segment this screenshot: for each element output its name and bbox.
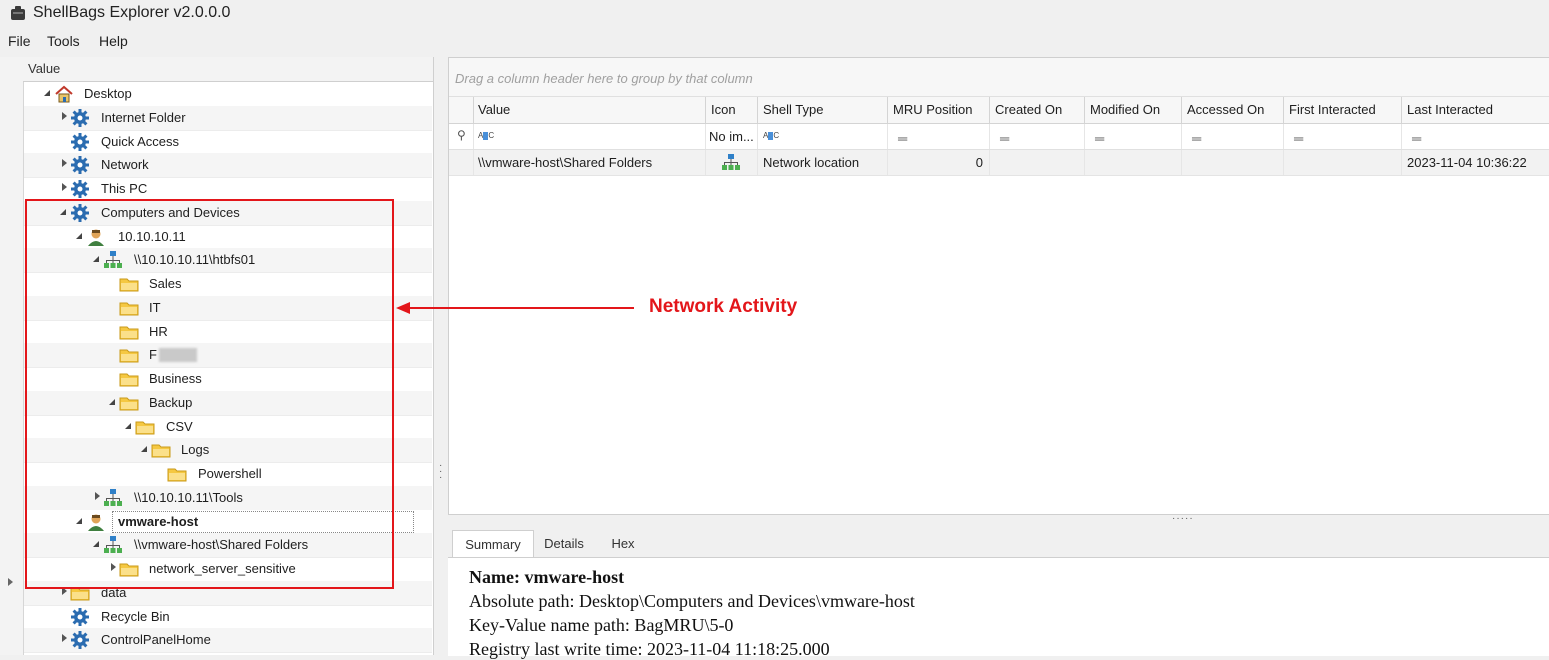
tree-node-label: ControlPanelHome: [101, 632, 211, 648]
text-filter-icon: AC: [763, 131, 780, 140]
group-hint: Drag a column header here to group by th…: [455, 71, 753, 86]
cell-modified-on[interactable]: [1085, 150, 1182, 175]
app-icon: [11, 6, 25, 20]
col-shell-type[interactable]: Shell Type: [758, 97, 888, 123]
cell-first-interacted[interactable]: [1284, 150, 1402, 175]
filter-created-on[interactable]: ═: [990, 124, 1085, 149]
col-first-interacted[interactable]: First Interacted: [1284, 97, 1402, 123]
equals-icon: ═: [1412, 131, 1422, 146]
group-panel[interactable]: Drag a column header here to group by th…: [449, 58, 1549, 97]
filter-first-interacted[interactable]: ═: [1284, 124, 1402, 149]
equals-icon: ═: [898, 131, 908, 146]
window-title: ShellBags Explorer v2.0.0.0: [33, 4, 231, 21]
tree-header-label: Value: [28, 61, 61, 76]
network-icon: [722, 154, 740, 170]
table-row[interactable]: \\vmware-host\Shared Folders Network loc…: [449, 150, 1549, 176]
tree-node[interactable]: Recycle Bin: [24, 605, 432, 630]
tree-node-label: Network: [101, 157, 149, 173]
header-indicator: [449, 97, 474, 123]
filter-modified-on[interactable]: ═: [1085, 124, 1182, 149]
tab-summary[interactable]: Summary: [452, 530, 534, 558]
annotation-label: Network Activity: [649, 296, 798, 317]
summary-absolute-path: Absolute path: Desktop\Computers and Dev…: [469, 591, 915, 611]
equals-icon: ═: [1294, 131, 1304, 146]
summary-key-path: Key-Value name path: BagMRU\5-0: [469, 615, 734, 635]
filter-accessed-on[interactable]: ═: [1182, 124, 1284, 149]
cell-mru-position[interactable]: 0: [888, 150, 990, 175]
tree-node-label: This PC: [101, 181, 148, 196]
expand-arrow-icon[interactable]: [62, 111, 67, 120]
cell-last-interacted[interactable]: 2023-11-04 10:36:22: [1402, 150, 1549, 175]
menu-bar: File Tools Help: [0, 30, 1549, 52]
menu-help[interactable]: Help: [99, 33, 128, 49]
col-created-on[interactable]: Created On: [990, 97, 1085, 123]
grid-header: Value Icon Shell Type MRU Position Creat…: [449, 97, 1549, 124]
summary-write-time: Registry last write time: 2023-11-04 11:…: [469, 639, 830, 659]
menu-tools[interactable]: Tools: [47, 33, 80, 49]
summary-content: Name: vmware-host Absolute path: Desktop…: [448, 557, 1549, 659]
filter-icon[interactable]: No im...: [706, 124, 758, 149]
tree-node-label: Quick Access: [101, 133, 180, 149]
tree-node-label: Desktop: [84, 86, 132, 101]
tree-node[interactable]: Desktop: [24, 82, 432, 107]
text-filter-icon: AC: [478, 131, 495, 140]
filter-mru-position[interactable]: ═: [888, 124, 990, 149]
col-value[interactable]: Value: [473, 97, 706, 123]
filter-value[interactable]: AC: [473, 124, 706, 149]
grid-panel: Drag a column header here to group by th…: [448, 57, 1549, 515]
equals-icon: ═: [1192, 131, 1202, 146]
cell-shell-type[interactable]: Network location: [758, 150, 888, 175]
cell-created-on[interactable]: [990, 150, 1085, 175]
filter-pin-icon: ⚲: [449, 124, 474, 149]
tree-node[interactable]: Network: [24, 153, 432, 179]
cell-value[interactable]: \\vmware-host\Shared Folders: [473, 150, 706, 175]
equals-icon: ═: [1095, 131, 1105, 146]
tab-hex[interactable]: Hex: [598, 530, 648, 557]
row-indicator-column: [0, 57, 24, 655]
menu-file[interactable]: File: [8, 33, 31, 49]
current-row-indicator: [8, 578, 13, 586]
tree-column-header[interactable]: Value: [23, 57, 433, 82]
summary-name: Name: vmware-host: [469, 567, 625, 587]
tree-node[interactable]: Quick Access: [24, 130, 432, 155]
tree-node[interactable]: Internet Folder: [24, 105, 432, 131]
horizontal-splitter[interactable]: ·····: [1172, 513, 1194, 524]
detail-panel: Summary Details Hex Name: vmware-host Ab…: [448, 530, 1549, 659]
tree-node[interactable]: ControlPanelHome: [24, 628, 432, 654]
filter-row: ⚲ AC No im... AC ═ ═ ═ ═ ═ ═: [449, 124, 1549, 150]
col-mru-position[interactable]: MRU Position: [888, 97, 990, 123]
annotation-arrow-icon: [396, 302, 634, 314]
cell-accessed-on[interactable]: [1182, 150, 1284, 175]
vertical-splitter[interactable]: · · ·: [439, 461, 443, 483]
expand-arrow-icon[interactable]: [62, 634, 67, 643]
expand-arrow-icon[interactable]: [62, 183, 67, 191]
title-bar: ShellBags Explorer v2.0.0.0: [0, 0, 1549, 28]
filter-shell-type[interactable]: AC: [758, 124, 888, 149]
collapse-arrow-icon[interactable]: [44, 90, 50, 96]
col-accessed-on[interactable]: Accessed On: [1182, 97, 1284, 123]
col-last-interacted[interactable]: Last Interacted: [1402, 97, 1549, 123]
tree-node-label: Internet Folder: [101, 109, 186, 125]
tree-node-label: Recycle Bin: [101, 608, 170, 624]
equals-icon: ═: [1000, 131, 1010, 146]
cell-icon[interactable]: [706, 150, 758, 175]
filter-last-interacted[interactable]: ═: [1402, 124, 1549, 149]
col-icon[interactable]: Icon: [706, 97, 758, 123]
annotation-box: [25, 199, 394, 589]
expand-arrow-icon[interactable]: [62, 159, 67, 168]
tab-details[interactable]: Details: [536, 530, 592, 557]
col-modified-on[interactable]: Modified On: [1085, 97, 1182, 123]
